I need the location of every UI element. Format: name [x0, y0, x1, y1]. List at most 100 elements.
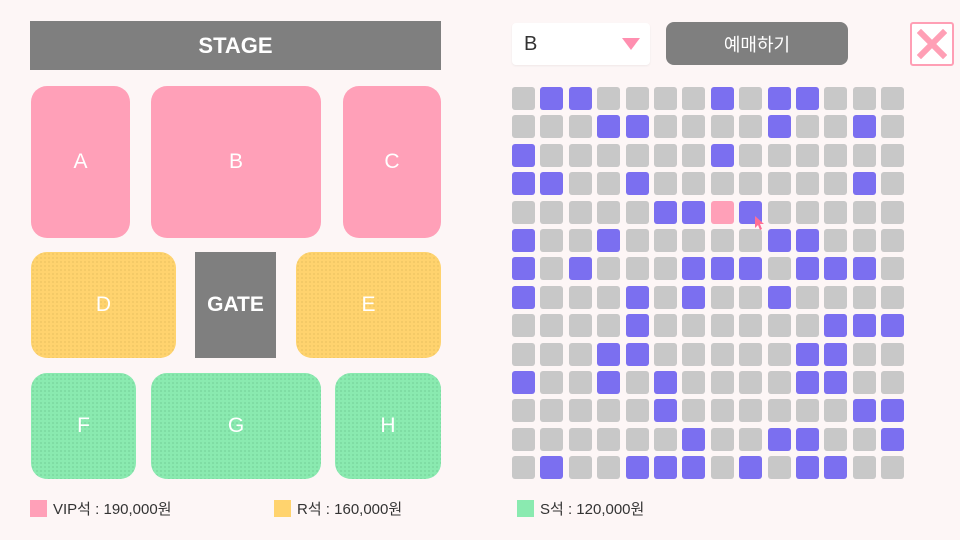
seat-available[interactable] [512, 428, 535, 451]
seat-available[interactable] [739, 343, 762, 366]
seat-available[interactable] [654, 144, 677, 167]
seat-available[interactable] [512, 399, 535, 422]
seat-available[interactable] [512, 456, 535, 479]
seat-available[interactable] [881, 144, 904, 167]
seat-available[interactable] [512, 115, 535, 138]
seat-available[interactable] [626, 371, 649, 394]
seat-available[interactable] [739, 399, 762, 422]
seat-available[interactable] [597, 399, 620, 422]
seat-available[interactable] [682, 172, 705, 195]
seat-available[interactable] [569, 314, 592, 337]
seat-available[interactable] [512, 314, 535, 337]
seat-available[interactable] [824, 428, 847, 451]
seat-available[interactable] [626, 87, 649, 110]
seat-available[interactable] [711, 371, 734, 394]
seat-available[interactable] [569, 144, 592, 167]
seat-available[interactable] [682, 87, 705, 110]
seat-available[interactable] [626, 257, 649, 280]
seat-available[interactable] [853, 371, 876, 394]
seat-available[interactable] [654, 314, 677, 337]
seat-available[interactable] [597, 428, 620, 451]
seat-available[interactable] [540, 343, 563, 366]
seat-available[interactable] [711, 456, 734, 479]
close-button[interactable] [910, 22, 954, 66]
seat-available[interactable] [512, 87, 535, 110]
seat-available[interactable] [711, 343, 734, 366]
seat-available[interactable] [569, 371, 592, 394]
seat-available[interactable] [654, 229, 677, 252]
seat-available[interactable] [597, 201, 620, 224]
seat-available[interactable] [654, 286, 677, 309]
seat-available[interactable] [768, 201, 791, 224]
seat-available[interactable] [796, 286, 819, 309]
seat-available[interactable] [569, 115, 592, 138]
zone-g[interactable]: G [151, 373, 321, 479]
zone-c[interactable]: C [343, 86, 441, 238]
seat-available[interactable] [597, 172, 620, 195]
seat-available[interactable] [768, 144, 791, 167]
seat-available[interactable] [569, 201, 592, 224]
seat-available[interactable] [739, 371, 762, 394]
seat-available[interactable] [739, 229, 762, 252]
seat-available[interactable] [711, 229, 734, 252]
seat-available[interactable] [540, 399, 563, 422]
seat-available[interactable] [654, 428, 677, 451]
seat-available[interactable] [597, 87, 620, 110]
seat-available[interactable] [597, 144, 620, 167]
seat-available[interactable] [711, 115, 734, 138]
seat-available[interactable] [597, 286, 620, 309]
seat-available[interactable] [881, 87, 904, 110]
seat-available[interactable] [739, 428, 762, 451]
seat-available[interactable] [853, 343, 876, 366]
seat-available[interactable] [768, 399, 791, 422]
seat-available[interactable] [824, 115, 847, 138]
seat-available[interactable] [768, 257, 791, 280]
seat-available[interactable] [682, 314, 705, 337]
seat-available[interactable] [853, 144, 876, 167]
seat-available[interactable] [540, 314, 563, 337]
seat-available[interactable] [768, 314, 791, 337]
seat-available[interactable] [540, 144, 563, 167]
zone-d[interactable]: D [31, 252, 176, 358]
seat-available[interactable] [540, 257, 563, 280]
seat-available[interactable] [626, 144, 649, 167]
seat-available[interactable] [739, 144, 762, 167]
seat-available[interactable] [739, 115, 762, 138]
seat-available[interactable] [796, 399, 819, 422]
seat-available[interactable] [540, 201, 563, 224]
seat-available[interactable] [824, 286, 847, 309]
seat-available[interactable] [654, 172, 677, 195]
seat-available[interactable] [626, 428, 649, 451]
seat-available[interactable] [796, 201, 819, 224]
seat-available[interactable] [853, 286, 876, 309]
seat-available[interactable] [796, 144, 819, 167]
seat-available[interactable] [682, 144, 705, 167]
seat-available[interactable] [739, 87, 762, 110]
zone-select[interactable]: B [512, 23, 650, 65]
seat-available[interactable] [768, 343, 791, 366]
seat-available[interactable] [881, 286, 904, 309]
seat-available[interactable] [569, 172, 592, 195]
zone-a[interactable]: A [31, 86, 130, 238]
seat-available[interactable] [540, 428, 563, 451]
seat-available[interactable] [540, 286, 563, 309]
zone-f[interactable]: F [31, 373, 136, 479]
seat-available[interactable] [824, 172, 847, 195]
seat-available[interactable] [768, 172, 791, 195]
seat-available[interactable] [654, 343, 677, 366]
seat-available[interactable] [597, 314, 620, 337]
seat-available[interactable] [682, 343, 705, 366]
seat-available[interactable] [768, 371, 791, 394]
seat-available[interactable] [824, 399, 847, 422]
seat-available[interactable] [654, 115, 677, 138]
seat-available[interactable] [881, 343, 904, 366]
seat-available[interactable] [853, 201, 876, 224]
seat-available[interactable] [711, 428, 734, 451]
zone-e[interactable]: E [296, 252, 441, 358]
seat-available[interactable] [853, 428, 876, 451]
seat-available[interactable] [881, 115, 904, 138]
seat-available[interactable] [540, 371, 563, 394]
seat-available[interactable] [711, 399, 734, 422]
seat-available[interactable] [569, 428, 592, 451]
seat-available[interactable] [682, 229, 705, 252]
